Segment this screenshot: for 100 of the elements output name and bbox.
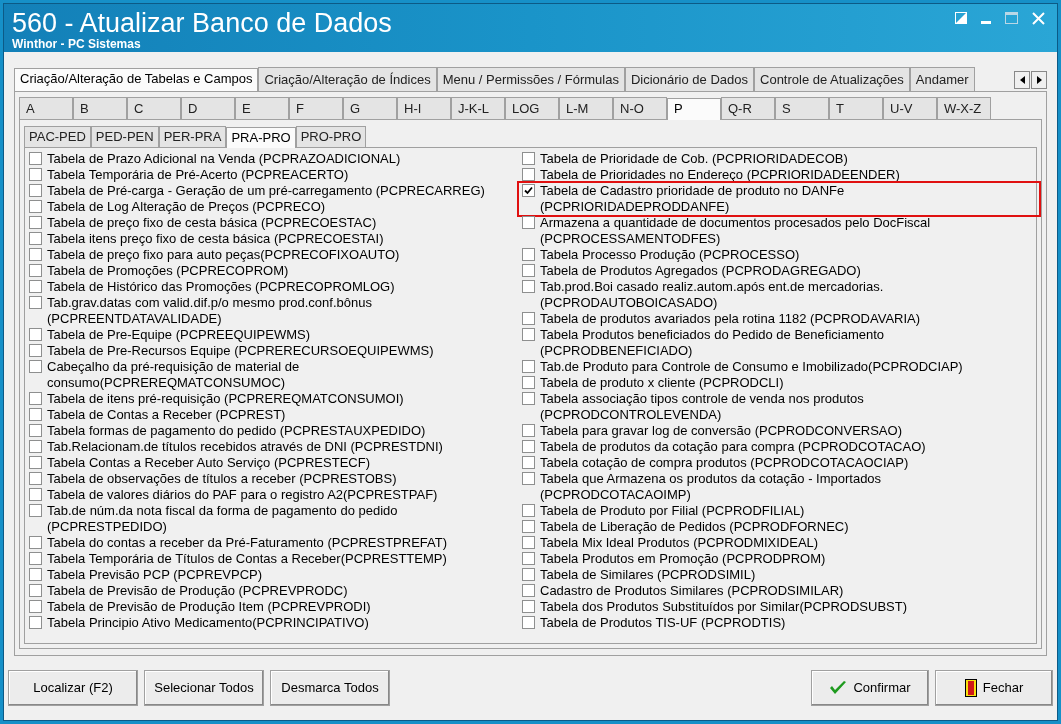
checkbox[interactable] <box>522 568 535 581</box>
table-option-label: Tabela de Promoções (PCPRECOPROM) <box>47 263 289 279</box>
restore-icon[interactable] <box>955 12 967 24</box>
checkbox[interactable] <box>522 328 535 341</box>
checkbox[interactable] <box>29 264 42 277</box>
tab[interactable]: S <box>775 97 829 119</box>
action-button[interactable]: Desmarca Todos <box>270 670 390 706</box>
tab[interactable]: LOG <box>505 97 559 119</box>
checkbox[interactable] <box>29 440 42 453</box>
tab[interactable]: U-V <box>883 97 937 119</box>
checkbox[interactable] <box>29 248 42 261</box>
checkbox[interactable] <box>522 456 535 469</box>
close-icon[interactable] <box>1032 12 1045 25</box>
tab[interactable]: H-I <box>397 97 451 119</box>
tab[interactable]: PRA-PRO <box>226 127 296 148</box>
tab[interactable]: D <box>181 97 235 119</box>
tab[interactable]: Controle de Atualizações <box>754 67 910 91</box>
checkbox[interactable] <box>522 360 535 373</box>
checkbox[interactable] <box>522 392 535 405</box>
tab[interactable]: G <box>343 97 397 119</box>
table-option-label: Tabela de Liberação de Pedidos (PCPRODFORNEC) <box>540 519 849 535</box>
table-option-label: Cadastro de Produtos Similares (PCPRODSIMILAR) <box>540 583 844 599</box>
checkbox[interactable] <box>29 408 42 421</box>
checkbox[interactable] <box>29 296 42 309</box>
checkbox[interactable] <box>522 616 535 629</box>
table-option-label: Tabela Produtos em Promoção (PCPRODPROM) <box>540 551 826 567</box>
checkbox[interactable] <box>29 568 42 581</box>
checkbox[interactable] <box>29 456 42 469</box>
tab[interactable]: PRO-PRO <box>295 126 367 147</box>
tab[interactable]: Criação/Alteração de Índices <box>258 67 437 91</box>
table-option-label: Tabela de Pre-Equipe (PCPREEQUIPEWMS) <box>47 327 310 343</box>
checkbox[interactable] <box>522 216 535 229</box>
table-option-label: Tabela de Similares (PCPRODSIMIL) <box>540 567 756 583</box>
checkbox[interactable] <box>29 360 42 373</box>
checkbox[interactable] <box>29 344 42 357</box>
checkbox[interactable] <box>29 168 42 181</box>
tab[interactable]: W-X-Z <box>937 97 991 119</box>
tab[interactable]: PED-PEN <box>90 126 159 147</box>
tab[interactable]: N-O <box>613 97 667 119</box>
checkbox[interactable] <box>522 440 535 453</box>
scroll-left-button[interactable] <box>1014 71 1030 89</box>
checkbox[interactable] <box>29 504 42 517</box>
tab[interactable]: J-K-L <box>451 97 505 119</box>
table-option-label: Tab.de núm.da nota fiscal da forma de pagamento do pedido (PCPRESTPEDIDO) <box>47 503 398 535</box>
checkbox[interactable] <box>29 200 42 213</box>
tab[interactable]: A <box>19 97 73 119</box>
table-option-label: Tabela Temporária de Pré-Acerto (PCPREACERTO) <box>47 167 349 183</box>
table-option-label: Tabela de Pre-Recursos Equipe (PCPRERECURSOEQUIPEWMS) <box>47 343 434 359</box>
tab[interactable]: F <box>289 97 343 119</box>
tab[interactable]: C <box>127 97 181 119</box>
tab[interactable]: Dicionário de Dados <box>624 67 754 91</box>
checkbox[interactable] <box>522 184 535 197</box>
checkbox[interactable] <box>29 232 42 245</box>
tab[interactable]: Q-R <box>721 97 775 119</box>
checkbox[interactable] <box>29 472 42 485</box>
checkbox[interactable] <box>522 536 535 549</box>
checkbox[interactable] <box>522 264 535 277</box>
action-button[interactable]: Localizar (F2) <box>8 670 138 706</box>
checkbox[interactable] <box>522 168 535 181</box>
tab[interactable]: PER-PRA <box>158 126 227 147</box>
checkbox[interactable] <box>29 600 42 613</box>
checkbox[interactable] <box>522 552 535 565</box>
checkbox[interactable] <box>29 488 42 501</box>
checkbox[interactable] <box>522 520 535 533</box>
tab[interactable]: B <box>73 97 127 119</box>
scroll-right-button[interactable] <box>1031 71 1047 89</box>
tab[interactable]: E <box>235 97 289 119</box>
checkbox[interactable] <box>522 248 535 261</box>
checkbox[interactable] <box>29 280 42 293</box>
checkbox[interactable] <box>522 152 535 165</box>
table-option-label: Tabela do contas a receber da Pré-Faturamento (PCPRESTPREFAT) <box>47 535 448 551</box>
checkbox[interactable] <box>522 376 535 389</box>
action-button[interactable]: Confirmar <box>811 670 929 706</box>
tab[interactable]: L-M <box>559 97 613 119</box>
tab[interactable]: T <box>829 97 883 119</box>
checkbox[interactable] <box>522 600 535 613</box>
checkbox[interactable] <box>29 184 42 197</box>
checkbox[interactable] <box>29 328 42 341</box>
action-button[interactable]: Fechar <box>935 670 1053 706</box>
checkbox[interactable] <box>29 392 42 405</box>
checkbox[interactable] <box>29 616 42 629</box>
tab[interactable]: Menu / Permissões / Fórmulas <box>436 67 625 91</box>
checkbox[interactable] <box>522 280 535 293</box>
checkbox[interactable] <box>29 216 42 229</box>
tab[interactable]: Criação/Alteração de Tabelas e Campos <box>14 68 259 91</box>
checkbox[interactable] <box>29 584 42 597</box>
checkbox[interactable] <box>522 312 535 325</box>
checkbox[interactable] <box>29 552 42 565</box>
checkbox[interactable] <box>522 472 535 485</box>
maximize-icon[interactable] <box>1005 12 1018 24</box>
checkbox[interactable] <box>522 424 535 437</box>
checkbox[interactable] <box>29 424 42 437</box>
checkbox[interactable] <box>522 504 535 517</box>
tab[interactable]: P <box>667 98 721 120</box>
tab[interactable]: Andamer <box>909 67 975 91</box>
action-button[interactable]: Selecionar Todos <box>144 670 264 706</box>
checkbox[interactable] <box>29 152 42 165</box>
tab[interactable]: PAC-PED <box>24 126 91 147</box>
checkbox[interactable] <box>522 584 535 597</box>
checkbox[interactable] <box>29 536 42 549</box>
